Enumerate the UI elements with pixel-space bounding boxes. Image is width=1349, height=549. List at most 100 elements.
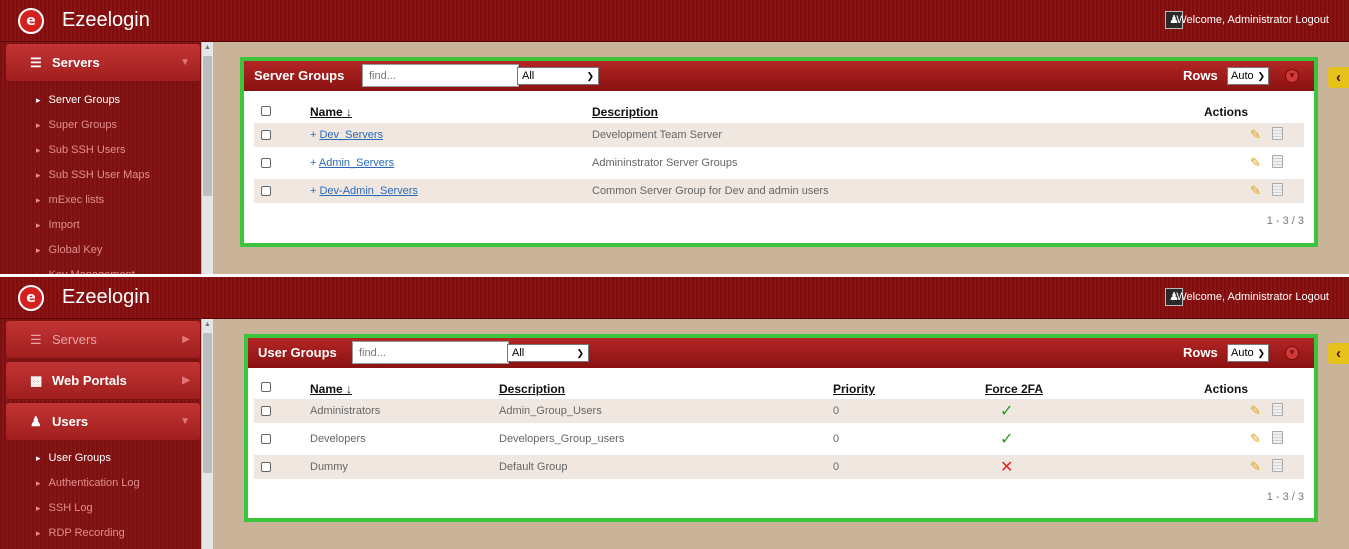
sidebar-subitem-sub-ssh-user-maps[interactable]: Sub SSH User Maps [36,163,150,188]
group-name: Dummy [310,461,348,473]
welcome-logout-link[interactable]: Welcome, Administrator Logout [1176,14,1329,26]
chevron-down-icon: ❯ [1257,348,1265,358]
logo-icon[interactable]: e [18,8,44,34]
sidebar-subitem-mexec-lists[interactable]: mExec lists [36,188,105,213]
row-checkbox[interactable] [261,434,271,444]
screen-server-groups: e Ezeelogin ♟ Welcome, Administrator Log… [0,0,1349,274]
row-checkbox[interactable] [261,462,271,472]
chevron-down-icon: ❯ [576,348,584,358]
panel-title: Server Groups [254,68,345,83]
check-icon: ✓ [1000,431,1014,448]
select-all-checkbox[interactable] [261,382,271,392]
sidebar-item-users[interactable]: ♟ Users ▼ [6,403,200,440]
panel-header: Server Groups All❯ Rows Auto❯ ▼ [244,61,1314,91]
sidebar-subitem-sub-ssh-users[interactable]: Sub SSH Users [36,138,126,163]
check-icon: ✓ [1000,403,1014,420]
app-title[interactable]: Ezeelogin [62,286,150,309]
pencil-icon[interactable]: ✎ [1250,183,1261,199]
scrollbar-thumb[interactable] [203,333,212,473]
group-description: Default Group [499,461,568,473]
trash-icon[interactable] [1272,155,1283,168]
pagination-info: 1 - 3 / 3 [1266,491,1304,503]
filter-select[interactable]: All ❯ [517,67,599,85]
sidebar-item-web-portals[interactable]: ▩ Web Portals ▶ [6,362,200,399]
pencil-icon[interactable]: ✎ [1250,459,1261,475]
group-description: Common Server Group for Dev and admin us… [592,185,829,197]
caret-right-icon: ▶ [182,334,190,345]
group-name-link[interactable]: + Dev_Servers [310,129,383,141]
filter-select[interactable]: All ❯ [507,344,589,362]
sidebar-subitem-ssh-log[interactable]: SSH Log [36,496,93,521]
row-checkbox[interactable] [261,158,271,168]
trash-icon[interactable] [1272,183,1283,196]
sidebar-subitem-key-management[interactable]: Key Management [36,263,135,274]
screen-user-groups: e Ezeelogin ♟ Welcome, Administrator Log… [0,277,1349,549]
search-input[interactable] [352,341,509,364]
group-description: Developers_Group_users [499,433,625,445]
group-name: Administrators [310,405,381,417]
caret-down-icon: ▼ [180,416,190,427]
row-checkbox[interactable] [261,186,271,196]
filter-value: All [512,347,525,359]
select-all-checkbox[interactable] [261,106,271,116]
trash-icon[interactable] [1272,431,1283,444]
sidebar-subitem-user-groups[interactable]: User Groups [36,446,111,471]
column-header-name[interactable]: Name ↓ [310,382,352,396]
chevron-left-icon[interactable]: ‹ [1328,343,1349,364]
scroll-up-icon[interactable]: ▲ [204,44,211,51]
portal-icon: ▩ [30,373,43,388]
table-row: + Admin_Servers Admininstrator Server Gr… [254,151,1304,175]
rows-value: Auto [1231,347,1254,359]
column-header-force-2fa[interactable]: Force 2FA [985,382,1043,396]
server-groups-panel: Server Groups All❯ Rows Auto❯ ▼ Name ↓ D… [240,57,1318,247]
app-title[interactable]: Ezeelogin [62,9,150,32]
pencil-icon[interactable]: ✎ [1250,431,1261,447]
sidebar-subitem-import[interactable]: Import [36,213,80,238]
sidebar-subitem-super-groups[interactable]: Super Groups [36,113,117,138]
group-name-link[interactable]: + Dev-Admin_Servers [310,185,418,197]
rows-label: Rows [1183,68,1218,83]
column-header-description[interactable]: Description [592,105,658,119]
sidebar-subitem-global-key[interactable]: Global Key [36,238,103,263]
table-row: + Dev_Servers Development Team Server ✎ [254,123,1304,147]
group-description: Development Team Server [592,129,723,141]
group-priority: 0 [833,461,840,473]
column-header-description[interactable]: Description [499,382,565,396]
scroll-up-icon[interactable]: ▲ [204,321,211,328]
user-groups-panel: User Groups All❯ Rows Auto❯ ▼ Name ↓ Des… [244,334,1318,522]
rows-value: Auto [1231,70,1254,82]
column-header-priority[interactable]: Priority [833,382,875,396]
pencil-icon[interactable]: ✎ [1250,155,1261,171]
rows-select[interactable]: Auto ❯ [1227,344,1269,362]
panel-menu-button[interactable]: ▼ [1285,346,1299,360]
sidebar-subitem-authentication-log[interactable]: Authentication Log [36,471,140,496]
chevron-left-icon[interactable]: ‹ [1328,67,1349,88]
sidebar-item-label: Servers [52,332,97,347]
sidebar-subitem-server-groups[interactable]: Server Groups [36,88,121,113]
row-checkbox[interactable] [261,406,271,416]
panel-menu-button[interactable]: ▼ [1285,69,1299,83]
rows-select[interactable]: Auto ❯ [1227,67,1269,85]
scrollbar-thumb[interactable] [203,56,212,196]
sidebar-item-servers[interactable]: ☰ Servers ▼ [6,44,200,81]
search-input[interactable] [362,64,519,87]
column-header-name[interactable]: Name ↓ [310,105,352,119]
welcome-logout-link[interactable]: Welcome, Administrator Logout [1176,291,1329,303]
sidebar-subitem-rdp-recording[interactable]: RDP Recording [36,521,125,546]
filter-value: All [522,70,535,82]
row-checkbox[interactable] [261,130,271,140]
group-name-link[interactable]: + Admin_Servers [310,157,394,169]
trash-icon[interactable] [1272,403,1283,416]
table-row: Administrators Admin_Group_Users 0 ✓ ✎ [254,399,1304,423]
top-bar: e Ezeelogin ♟ Welcome, Administrator Log… [0,0,1349,42]
trash-icon[interactable] [1272,127,1283,140]
sidebar-scrollbar[interactable]: ▲ [201,319,213,549]
trash-icon[interactable] [1272,459,1283,472]
sidebar-item-servers[interactable]: ☰ Servers ▶ [6,321,200,358]
panel-title: User Groups [258,345,337,360]
pencil-icon[interactable]: ✎ [1250,403,1261,419]
sidebar-scrollbar[interactable]: ▲ [201,42,213,274]
logo-icon[interactable]: e [18,285,44,311]
pencil-icon[interactable]: ✎ [1250,127,1261,143]
cross-icon: ✕ [1000,459,1014,476]
